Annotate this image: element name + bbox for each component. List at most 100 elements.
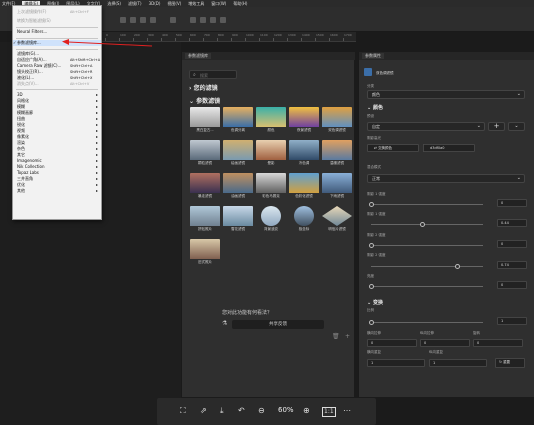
scale-track[interactable] xyxy=(371,322,483,323)
share-feedback-button[interactable]: 共享反馈 xyxy=(232,320,324,329)
filter-thumb[interactable]: 色彩化滤镜 xyxy=(289,173,319,199)
ruler-tick xyxy=(203,38,204,41)
menu-help[interactable]: 帮助(H) xyxy=(233,1,247,7)
tool-icon[interactable] xyxy=(190,17,196,23)
slider-3-knob[interactable] xyxy=(369,243,374,248)
filter-thumb[interactable]: 冷色调 xyxy=(289,140,319,166)
slider-1-value[interactable]: 0 xyxy=(497,199,527,207)
filter-thumb[interactable]: 旧式照片 xyxy=(190,239,220,265)
slider-4-track[interactable] xyxy=(371,266,483,267)
filter-thumb[interactable]: 黑白复古... xyxy=(190,107,220,133)
slider-5-value[interactable]: 0 xyxy=(497,281,527,289)
filter-thumb[interactable]: 下雨滤镜 xyxy=(322,173,352,199)
menu-plugins[interactable]: 增效工具 xyxy=(188,1,204,7)
section-color[interactable]: ⌄ 颜色 xyxy=(367,104,383,111)
swap-colors-button[interactable]: ⇄ 交换颜色 xyxy=(367,144,419,152)
menu-view[interactable]: 视图(V) xyxy=(167,1,181,7)
filter-thumb[interactable]: 颜色 xyxy=(256,107,286,133)
tab-param-filters[interactable]: 参数滤镜库 xyxy=(185,53,211,59)
filter-thumb[interactable]: 双色调滤镜 xyxy=(322,107,352,133)
menu-select[interactable]: 选择(S) xyxy=(107,1,121,7)
filter-thumb[interactable]: 温暖滤镜 xyxy=(322,140,352,166)
tool-icon[interactable] xyxy=(210,17,216,23)
slider-4-knob[interactable] xyxy=(455,264,460,269)
filter-thumb[interactable]: 晕影 xyxy=(256,140,286,166)
filter-thumb[interactable]: 绘画滤镜 xyxy=(223,140,253,166)
menu-item-neural-filters[interactable]: Neural Filters... xyxy=(13,29,101,35)
filter-thumb[interactable]: 暴走滤镜 xyxy=(190,173,220,199)
add-icon[interactable]: + xyxy=(345,333,350,340)
slider-1-knob[interactable] xyxy=(369,202,374,207)
vstretch-input[interactable]: 0 xyxy=(420,339,470,347)
section-transform[interactable]: ⌄ 变换 xyxy=(367,299,383,306)
rotate-label: 旋转 xyxy=(473,331,480,335)
slider-3-value[interactable]: 0 xyxy=(497,240,527,248)
scale-value[interactable]: 1 xyxy=(497,317,527,325)
layer-thumbnail xyxy=(364,68,372,76)
zoom-in-icon[interactable]: ⊕ xyxy=(303,407,310,415)
slider-2-value[interactable]: 0.44 xyxy=(497,219,527,227)
preset-menu-button[interactable]: ⌄ xyxy=(508,122,525,131)
slider-4-value[interactable]: 0.74 xyxy=(497,261,527,269)
section-param-filters[interactable]: ⌄ 参数滤镜 xyxy=(189,96,220,105)
delete-icon[interactable]: 🗑 xyxy=(332,333,340,340)
more-icon[interactable]: ⋯ xyxy=(343,407,351,415)
hstretch-input[interactable]: 0 xyxy=(367,339,417,347)
tab-param-properties[interactable]: 参数属性 xyxy=(362,53,384,59)
scale-knob[interactable] xyxy=(369,320,374,325)
slider-2-knob[interactable] xyxy=(420,222,425,227)
filter-thumb[interactable]: 拼贴照片 xyxy=(190,206,220,232)
slider-2-track[interactable] xyxy=(371,224,483,225)
panel-tab-bar: 参数滤镜库 xyxy=(182,52,355,60)
reset-button[interactable]: ↻ 重置 xyxy=(495,358,525,368)
tool-icon[interactable] xyxy=(170,17,176,23)
tool-icon[interactable] xyxy=(220,17,226,23)
filter-thumb[interactable]: 色调分离 xyxy=(223,107,253,133)
zoom-out-icon[interactable]: ⊖ xyxy=(258,407,265,415)
slider-3-label: 阴影 2 强度 xyxy=(367,233,386,237)
menu-item-plugin-c[interactable]: 其他 ▸ xyxy=(13,188,101,194)
zoom-level[interactable]: 60% xyxy=(278,406,294,414)
menu-item-param-filter-gallery[interactable]: ✓ 参数滤镜库... xyxy=(13,40,101,46)
fit-screen-icon[interactable]: ⛶ xyxy=(180,407,186,415)
category-select[interactable]: 颜色 ⌄ xyxy=(367,90,525,99)
filter-search[interactable]: ⌕ xyxy=(189,70,237,79)
filter-thumb[interactable]: 颗粒滤镜 xyxy=(190,140,220,166)
filter-thumb[interactable]: 彩色马赛克 xyxy=(256,173,286,199)
ruler-tick-label: 1400 xyxy=(302,33,310,37)
filter-thumb[interactable]: 雪花滤镜 xyxy=(223,206,253,232)
tool-icon[interactable] xyxy=(200,17,206,23)
actual-size-icon[interactable]: 1:1 xyxy=(322,407,336,417)
slider-3-track[interactable] xyxy=(371,245,483,246)
hex-input[interactable]: d3df0a0 xyxy=(423,144,475,152)
filter-thumb[interactable]: 背景波纹 xyxy=(256,206,286,232)
section-your-filters[interactable]: › 您的滤镜 xyxy=(189,83,218,92)
slider-5-track[interactable] xyxy=(371,286,483,287)
preset-select[interactable]: 自定 ⌄ xyxy=(367,122,485,131)
undo-icon[interactable]: ↶ xyxy=(238,407,245,415)
filter-thumb[interactable]: 油画滤镜 xyxy=(223,173,253,199)
download-icon[interactable]: ⤓ xyxy=(220,407,224,415)
hrepeat-input[interactable]: 1 xyxy=(367,359,425,367)
tool-icon[interactable] xyxy=(120,17,126,23)
vrepeat-input[interactable]: 1 xyxy=(429,359,487,367)
add-preset-button[interactable]: + xyxy=(488,122,505,131)
blend-mode-select[interactable]: 正常 ⌄ xyxy=(367,174,525,183)
tool-icon[interactable] xyxy=(130,17,136,23)
slider-1-track[interactable] xyxy=(371,204,483,205)
share-icon[interactable]: ⇗ xyxy=(200,407,207,415)
chevron-down-icon: ⌄ xyxy=(189,98,195,105)
tool-icon[interactable] xyxy=(150,17,156,23)
search-input[interactable] xyxy=(200,72,235,78)
menu-window[interactable]: 窗口(W) xyxy=(211,1,226,7)
menu-3d[interactable]: 3D(D) xyxy=(149,1,161,6)
filter-thumb[interactable]: 夜景滤镜 xyxy=(289,107,319,133)
slider-5-knob[interactable] xyxy=(369,284,374,289)
menu-filter[interactable]: 滤镜(T) xyxy=(128,1,142,7)
vstretch-label: 纵向拉伸 xyxy=(420,331,434,335)
tool-icon[interactable] xyxy=(140,17,146,23)
filter-thumb[interactable]: 明信片滤镜 xyxy=(322,206,352,232)
filter-preview-image xyxy=(289,107,319,127)
rotate-input[interactable]: 0 xyxy=(473,339,523,347)
filter-thumb[interactable]: 极坐标 xyxy=(289,206,319,232)
